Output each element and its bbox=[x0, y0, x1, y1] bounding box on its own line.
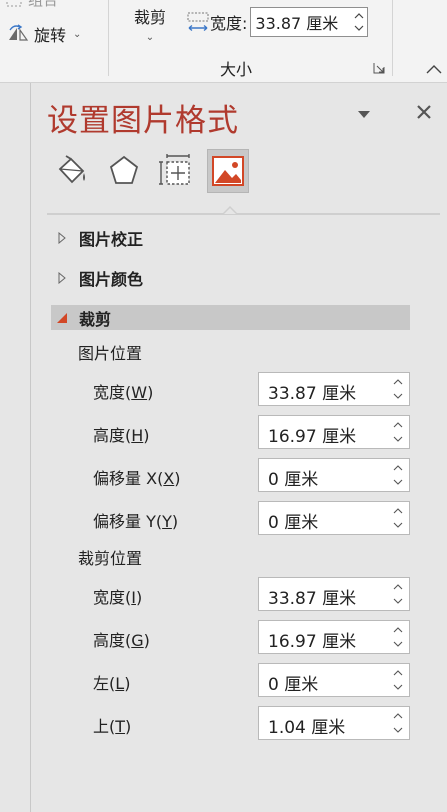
active-tab-pointer bbox=[223, 205, 237, 215]
crop-height-value: 16.97 厘米 bbox=[268, 632, 357, 652]
collapse-ribbon-icon[interactable] bbox=[425, 62, 443, 76]
spin-arrows-icon[interactable] bbox=[393, 625, 403, 649]
ribbon-separator bbox=[108, 0, 109, 76]
expand-triangle-icon bbox=[51, 225, 73, 250]
format-picture-pane: 设置图片格式 图片校正 图片颜色 裁剪 图片位置 宽度(W) 33.87 厘米 … bbox=[31, 83, 447, 812]
crop-left-input[interactable]: 0 厘米 bbox=[258, 663, 410, 697]
rotate-label: 旋转 bbox=[34, 26, 67, 45]
section-picture-color[interactable]: 图片颜色 bbox=[51, 265, 410, 290]
collapse-triangle-icon bbox=[51, 305, 73, 330]
pentagon-icon bbox=[109, 155, 139, 184]
offset-y-input[interactable]: 0 厘米 bbox=[258, 501, 410, 535]
picture-width-row: 宽度(W) 33.87 厘米 bbox=[93, 372, 411, 406]
picture-height-label: 高度(H) bbox=[93, 426, 150, 445]
section-label: 裁剪 bbox=[79, 309, 112, 329]
spin-arrows-icon[interactable] bbox=[393, 506, 403, 530]
spin-arrows-icon[interactable] bbox=[393, 377, 403, 401]
ribbon-separator bbox=[392, 0, 393, 76]
crop-top-row: 上(T) 1.04 厘米 bbox=[93, 706, 411, 740]
tabs-divider bbox=[47, 213, 440, 215]
spin-arrows-icon[interactable] bbox=[393, 463, 403, 487]
offset-y-row: 偏移量 Y(Y) 0 厘米 bbox=[93, 501, 411, 535]
close-icon[interactable] bbox=[416, 104, 432, 120]
crop-left-label: 左(L) bbox=[93, 674, 131, 693]
crop-position-heading: 裁剪位置 bbox=[78, 549, 143, 568]
crop-top-input[interactable]: 1.04 厘米 bbox=[258, 706, 410, 740]
offset-x-input[interactable]: 0 厘米 bbox=[258, 458, 410, 492]
crop-height-row: 高度(G) 16.97 厘米 bbox=[93, 620, 411, 654]
crop-height-label: 高度(G) bbox=[93, 631, 150, 650]
section-crop[interactable]: 裁剪 bbox=[51, 305, 410, 330]
paint-bucket-icon bbox=[58, 155, 85, 184]
crop-label: 裁剪 bbox=[133, 8, 166, 27]
ribbon: 组合 旋转 ⌄ 裁剪 ⌄ 宽度: 33.87 厘米 bbox=[0, 0, 447, 83]
crop-width-input[interactable]: 33.87 厘米 bbox=[258, 577, 410, 611]
offset-x-label: 偏移量 X(X) bbox=[93, 469, 181, 488]
picture-position-heading: 图片位置 bbox=[78, 344, 143, 363]
chevron-down-icon: ⌄ bbox=[73, 28, 82, 40]
crop-width-row: 宽度(I) 33.87 厘米 bbox=[93, 577, 411, 611]
picture-icon bbox=[212, 156, 244, 186]
picture-width-input[interactable]: 33.87 厘米 bbox=[258, 372, 410, 406]
rotate-button[interactable]: 旋转 ⌄ bbox=[6, 22, 81, 46]
crop-width-value: 33.87 厘米 bbox=[268, 589, 357, 609]
picture-height-row: 高度(H) 16.97 厘米 bbox=[93, 415, 411, 449]
picture-width-label: 宽度(W) bbox=[93, 383, 154, 402]
group-label: 组合 bbox=[28, 0, 58, 10]
spin-arrows-icon[interactable] bbox=[393, 420, 403, 444]
section-picture-correction[interactable]: 图片校正 bbox=[51, 225, 410, 250]
spin-arrows-icon[interactable] bbox=[393, 668, 403, 692]
size-group-label: 大小 bbox=[219, 60, 252, 79]
crop-left-row: 左(L) 0 厘米 bbox=[93, 663, 411, 697]
picture-height-input[interactable]: 16.97 厘米 bbox=[258, 415, 410, 449]
section-label: 图片校正 bbox=[79, 229, 144, 249]
spin-arrows-icon[interactable] bbox=[393, 711, 403, 735]
pane-options-dropdown-icon[interactable] bbox=[357, 109, 371, 119]
crop-left-value: 0 厘米 bbox=[268, 675, 319, 695]
offset-y-value: 0 厘米 bbox=[268, 513, 319, 533]
group-button[interactable]: 组合 bbox=[6, 0, 58, 10]
spin-arrows-icon[interactable] bbox=[393, 582, 403, 606]
tab-size-properties[interactable] bbox=[155, 149, 197, 193]
expand-triangle-icon bbox=[51, 265, 73, 290]
rotate-icon bbox=[9, 24, 29, 41]
slide-area-edge bbox=[0, 83, 31, 812]
spin-arrows-icon[interactable] bbox=[354, 11, 364, 33]
crop-top-label: 上(T) bbox=[93, 717, 132, 736]
tab-picture[interactable] bbox=[207, 149, 249, 193]
width-icon bbox=[187, 12, 209, 32]
picture-width-value: 33.87 厘米 bbox=[268, 384, 357, 404]
crop-width-label: 宽度(I) bbox=[93, 588, 143, 607]
group-objects-icon bbox=[6, 0, 22, 7]
offset-x-row: 偏移量 X(X) 0 厘米 bbox=[93, 458, 411, 492]
picture-height-value: 16.97 厘米 bbox=[268, 427, 357, 447]
pane-title: 设置图片格式 bbox=[47, 103, 239, 139]
offset-x-value: 0 厘米 bbox=[268, 470, 319, 490]
chevron-down-icon: ⌄ bbox=[145, 32, 155, 43]
dialog-launcher-icon[interactable] bbox=[373, 62, 385, 74]
crop-button[interactable]: 裁剪 ⌄ bbox=[126, 2, 174, 48]
width-value: 33.87 厘米 bbox=[255, 14, 339, 33]
section-label: 图片颜色 bbox=[79, 269, 144, 289]
size-properties-icon bbox=[159, 154, 190, 185]
shape-width-control: 宽度: 33.87 厘米 bbox=[186, 6, 369, 38]
crop-top-value: 1.04 厘米 bbox=[268, 718, 346, 738]
tab-fill-line[interactable] bbox=[51, 149, 93, 193]
crop-height-input[interactable]: 16.97 厘米 bbox=[258, 620, 410, 654]
arrange-group: 组合 旋转 ⌄ bbox=[0, 0, 108, 82]
width-input[interactable]: 33.87 厘米 bbox=[250, 7, 369, 37]
width-label: 宽度: bbox=[210, 14, 248, 33]
offset-y-label: 偏移量 Y(Y) bbox=[93, 512, 179, 531]
tab-effects[interactable] bbox=[103, 149, 145, 193]
